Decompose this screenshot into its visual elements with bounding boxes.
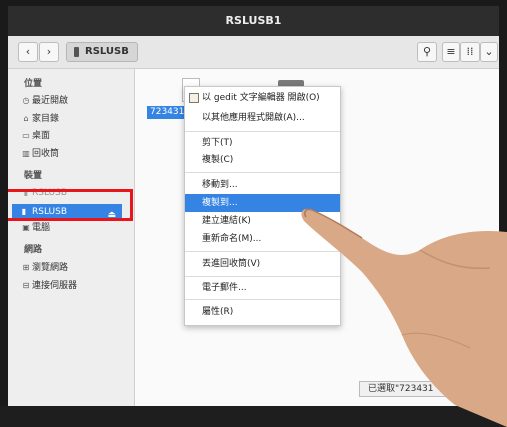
- pointing-hand-photo: [301, 208, 507, 427]
